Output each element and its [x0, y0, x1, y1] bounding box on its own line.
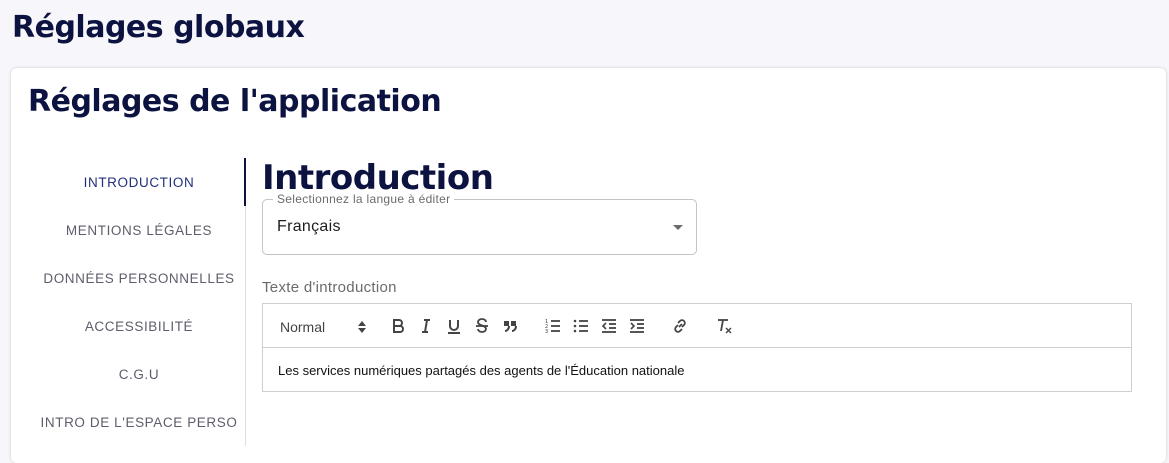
- sidebar-item-intro-espace-perso[interactable]: INTRO DE L'ESPACE PERSO: [33, 398, 245, 446]
- language-select-label: Selectionnez la langue à éditer: [273, 192, 455, 206]
- ordered-list-icon[interactable]: 123: [544, 317, 562, 335]
- blockquote-icon[interactable]: [501, 317, 519, 335]
- intro-text-label: Texte d'introduction: [262, 279, 397, 296]
- italic-icon[interactable]: [417, 317, 435, 335]
- settings-card: Réglages de l'application INTRODUCTION M…: [11, 68, 1166, 463]
- sidebar-item-cgu[interactable]: C.G.U: [33, 350, 245, 398]
- language-select[interactable]: Selectionnez la langue à éditer Français: [262, 192, 697, 255]
- page-title: Réglages globaux: [12, 10, 305, 45]
- sidebar-item-donnees-personnelles[interactable]: DONNÉES PERSONNELLES: [33, 254, 245, 302]
- editor-toolbar: Normal 1 2 3: [263, 304, 1131, 348]
- language-select-value: Français: [277, 218, 341, 235]
- sidebar-item-mentions-legales[interactable]: MENTIONS LÉGALES: [33, 206, 245, 254]
- rich-text-editor: Normal 1 2 3 Les services numériques par…: [262, 303, 1132, 392]
- bold-icon[interactable]: [389, 317, 407, 335]
- strikethrough-icon[interactable]: [473, 317, 491, 335]
- card-title: Réglages de l'application: [28, 84, 442, 119]
- underline-icon[interactable]: [445, 317, 463, 335]
- format-select[interactable]: Normal: [280, 316, 368, 338]
- outdent-icon[interactable]: [600, 317, 618, 335]
- sidebar-item-accessibilite[interactable]: ACCESSIBILITÉ: [33, 302, 245, 350]
- bullet-list-icon[interactable]: [572, 317, 590, 335]
- editor-content[interactable]: Les services numériques partagés des age…: [263, 348, 1131, 393]
- up-down-arrows-icon: [358, 321, 366, 333]
- settings-sidebar: INTRODUCTION MENTIONS LÉGALES DONNÉES PE…: [33, 158, 246, 446]
- svg-text:3: 3: [545, 329, 548, 335]
- link-icon[interactable]: [671, 317, 689, 335]
- clear-format-icon[interactable]: [715, 317, 733, 335]
- sidebar-item-introduction[interactable]: INTRODUCTION: [33, 158, 246, 206]
- caret-down-icon: [673, 225, 683, 230]
- format-select-value: Normal: [280, 319, 326, 335]
- indent-icon[interactable]: [628, 317, 646, 335]
